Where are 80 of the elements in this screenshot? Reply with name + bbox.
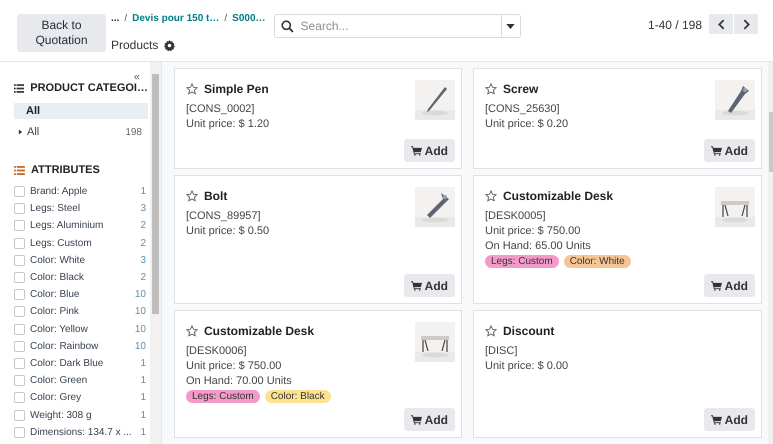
- filter-count: 3: [140, 203, 147, 214]
- product-card[interactable]: Bolt [CONS_89957] Unit price: $ 0.50 Add: [174, 175, 462, 304]
- product-name: Simple Pen: [204, 82, 269, 96]
- breadcrumb-link[interactable]: S000…: [232, 12, 266, 24]
- filter-count: 1: [140, 392, 147, 404]
- breadcrumb-separator: /: [224, 12, 228, 24]
- product-name: Customizable Desk: [503, 189, 614, 203]
- breadcrumb-link[interactable]: Devis pour 150 t…: [132, 12, 220, 24]
- filter-label[interactable]: Legs: Custom: [30, 238, 136, 249]
- filter-label[interactable]: Color: Yellow: [30, 324, 130, 335]
- add-button[interactable]: Add: [704, 139, 755, 162]
- attribute-tag: Color: Black: [264, 390, 331, 403]
- filter-label[interactable]: Color: Green: [30, 375, 136, 386]
- stock-quantity: On Hand: 65.00 Units: [485, 239, 592, 254]
- stock-quantity: On Hand: 70.00 Units: [186, 374, 293, 389]
- add-button[interactable]: Add: [404, 408, 455, 431]
- product-card[interactable]: Simple Pen [CONS_0002] Unit price: $ 1.20 Add: [174, 68, 462, 169]
- filter-count: 1: [140, 375, 147, 386]
- attribute-tag: Color: White: [564, 255, 631, 268]
- filter-label[interactable]: Legs: Steel: [30, 203, 136, 214]
- section-title: PRODUCT CATEGOI…: [30, 82, 148, 94]
- breadcrumb-separator: /: [124, 12, 128, 24]
- unit-price: Unit price: $ 0.00: [485, 359, 570, 374]
- filter-count: 1: [140, 358, 147, 369]
- pager-range: 1-40 / 198: [648, 18, 702, 32]
- add-button[interactable]: Add: [704, 274, 755, 297]
- product-code: [DISC]: [485, 344, 518, 359]
- product-code: [CONS_25630]: [485, 102, 561, 117]
- product-code: [DESK0006]: [186, 344, 248, 359]
- filter-count: 1: [140, 186, 147, 198]
- category-item[interactable]: All: [14, 103, 148, 119]
- breadcrumb-link[interactable]: ...: [111, 12, 120, 24]
- filter-label[interactable]: Brand: Apple: [30, 186, 136, 198]
- add-button[interactable]: Add: [404, 274, 455, 297]
- filter-count: 2: [140, 272, 147, 284]
- filter-label[interactable]: Color: Blue: [30, 289, 130, 300]
- product-card[interactable]: Screw [CONS_25630] Unit price: $ 0.20 Add: [473, 68, 762, 169]
- add-button[interactable]: Add: [704, 408, 755, 431]
- product-card[interactable]: Customizable Desk [DESK0005] Unit price: $ 750.00 On Hand: 65.00 Units Legs: Custom Color: White Add: [473, 175, 762, 304]
- filter-count: 10: [134, 306, 147, 318]
- product-name: Bolt: [204, 189, 228, 203]
- unit-price: Unit price: $ 1.20: [186, 117, 270, 132]
- filter-count: 1: [140, 426, 147, 438]
- attribute-tag: Legs: Custom: [186, 390, 260, 403]
- section-title: ATTRIBUTES: [31, 164, 100, 176]
- unit-price: Unit price: $ 0.20: [485, 117, 570, 132]
- filter-count: 1: [140, 410, 147, 421]
- filter-count: 3: [140, 254, 147, 266]
- filter-label[interactable]: Dimensions: 134.7 x ...: [30, 426, 136, 438]
- collapse-button[interactable]: «: [134, 71, 140, 83]
- filter-label[interactable]: Color: Black: [30, 272, 136, 284]
- product-name: Customizable Desk: [204, 324, 314, 338]
- filter-count: 10: [134, 340, 147, 352]
- category-item[interactable]: All 198: [14, 124, 148, 140]
- unit-price: Unit price: $ 0.50: [186, 224, 270, 239]
- filter-label[interactable]: Legs: Aluminium: [30, 220, 136, 232]
- filter-label[interactable]: Color: Dark Blue: [30, 358, 136, 369]
- filter-count: 10: [134, 324, 147, 335]
- unit-price: Unit price: $ 750.00: [186, 359, 282, 374]
- attribute-tag: Legs: Custom: [485, 255, 559, 268]
- product-code: [CONS_89957]: [186, 209, 262, 224]
- filter-count: 10: [134, 289, 147, 300]
- filter-count: 2: [140, 238, 147, 249]
- product-card[interactable]: Customizable Desk [DESK0006] Unit price: $ 750.00 On Hand: 70.00 Units Legs: Custom Color: Black Add: [174, 310, 462, 438]
- product-card[interactable]: Discount [DISC] Unit price: $ 0.00 Add: [473, 310, 762, 438]
- filter-label[interactable]: Color: Rainbow: [30, 340, 130, 352]
- product-name: Screw: [503, 82, 538, 96]
- filter-label[interactable]: Color: Pink: [30, 306, 130, 318]
- search-field[interactable]: Search...: [274, 14, 502, 38]
- filter-label[interactable]: Weight: 308 g: [30, 410, 136, 421]
- product-name: Discount: [503, 324, 554, 338]
- product-code: [DESK0005]: [485, 209, 547, 224]
- back-button[interactable]: Back to Quotation: [17, 14, 106, 52]
- unit-price: Unit price: $ 750.00: [485, 224, 582, 239]
- product-code: [CONS_0002]: [186, 102, 256, 117]
- filter-count: 2: [140, 220, 147, 232]
- filter-label[interactable]: Color: White: [30, 254, 136, 266]
- add-button[interactable]: Add: [404, 139, 455, 162]
- filter-label[interactable]: Color: Grey: [30, 392, 136, 404]
- page-title: Products: [111, 38, 158, 52]
